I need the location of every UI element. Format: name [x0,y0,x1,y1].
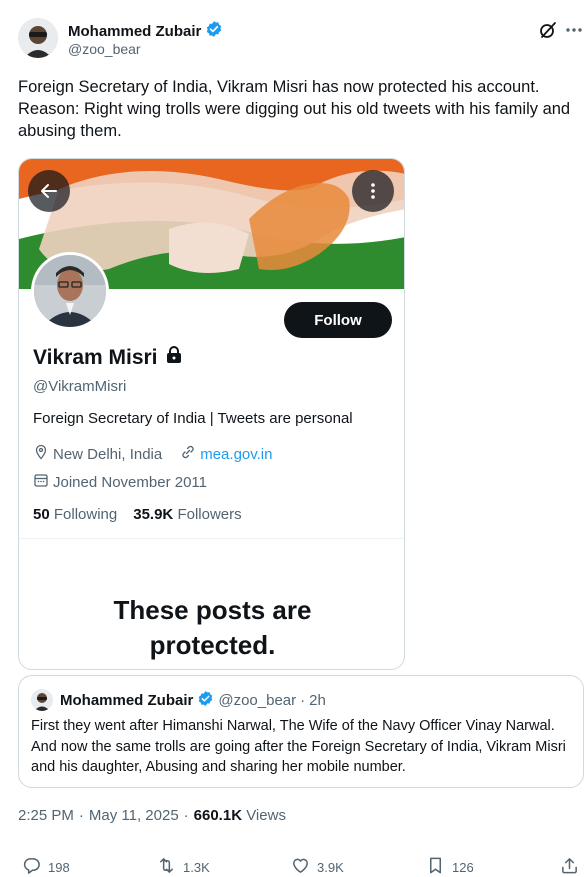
location-icon [33,444,49,464]
views-stat[interactable]: 660.1K Views [194,807,286,824]
profile-meta-joined: Joined November 2011 [33,472,207,492]
protected-line-2: protected. [149,630,276,660]
kebab-icon[interactable] [352,170,394,212]
author-name-text[interactable]: Mohammed Zubair [68,23,201,40]
profile-name-text: Vikram Misri [33,346,158,369]
action-bar: 198 1.3K 3.9K 126 [0,856,588,877]
following-stat[interactable]: 50 Following [33,506,117,523]
following-label: Following [53,506,118,523]
link-icon [180,444,196,464]
author-handle[interactable]: @zoo_bear [68,41,141,57]
tweet-meta: 2:25 PM · May 11, 2025 · 660.1K Views [18,807,286,824]
profile-website-link[interactable]: mea.gov.in [200,446,272,463]
views-count: 660.1K [193,807,243,824]
profile-avatar [31,252,109,330]
bookmark-count: 126 [452,859,474,875]
share-button[interactable] [560,856,579,877]
quote-text: First they went after Himanshi Narwal, T… [31,718,566,775]
protected-line-1: These posts are [113,595,312,625]
quote-author-avatar [31,689,53,711]
like-count: 3.9K [317,859,344,875]
like-button[interactable]: 3.9K [291,856,344,877]
more-icon[interactable] [564,20,584,40]
tweet-media[interactable]: Follow Vikram Misri @VikramMisri Foreign… [18,158,405,670]
verified-badge-icon [197,690,214,711]
views-label: Views [246,807,286,824]
quoted-tweet[interactable]: Mohammed Zubair @zoo_bear · 2h First the… [18,675,584,788]
bookmark-button[interactable]: 126 [426,856,474,877]
grok-icon[interactable] [538,20,558,40]
meta-separator: · [78,807,84,824]
quote-header: Mohammed Zubair @zoo_bear · 2h [60,690,326,711]
meta-separator: · [183,807,189,824]
profile-name: Vikram Misri [33,346,182,370]
tweet-text: Foreign Secretary of India, Vikram Misri… [18,78,571,140]
followers-stat[interactable]: 35.9K Followers [133,506,241,523]
profile-stats: 50 Following 35.9K Followers [33,506,242,523]
followers-count: 35.9K [133,506,174,523]
quote-author-handle: @zoo_bear [218,692,297,709]
author-avatar[interactable] [18,18,58,58]
quote-separator: · [300,692,306,709]
like-icon [291,856,310,877]
lock-icon [166,346,182,370]
verified-badge-icon [205,20,223,42]
reply-icon [22,856,41,877]
repost-icon [157,856,176,877]
profile-meta-location: New Delhi, India mea.gov.in [33,444,272,464]
author-name[interactable]: Mohammed Zubair [68,20,223,42]
quote-author-name: Mohammed Zubair [60,692,194,709]
followers-label: Followers [177,506,242,523]
reply-count: 198 [48,859,70,875]
profile-location: New Delhi, India [53,445,163,463]
quote-time: 2h [309,692,326,709]
profile-divider [19,538,404,539]
protected-notice: These posts are protected. [19,593,404,663]
back-arrow-icon[interactable] [28,170,70,212]
profile-joined: Joined November 2011 [53,473,207,491]
repost-button[interactable]: 1.3K [157,856,210,877]
reply-button[interactable]: 198 [22,856,70,877]
profile-bio: Foreign Secretary of India | Tweets are … [33,410,353,427]
share-icon [560,856,579,877]
tweet-time[interactable]: 2:25 PM [18,807,74,824]
repost-count: 1.3K [183,859,210,875]
tweet-date[interactable]: May 11, 2025 [89,807,179,824]
bookmark-icon [426,856,445,877]
profile-handle: @VikramMisri [33,378,127,395]
following-count: 50 [33,506,50,523]
calendar-icon [33,472,49,492]
follow-button[interactable]: Follow [284,302,392,338]
